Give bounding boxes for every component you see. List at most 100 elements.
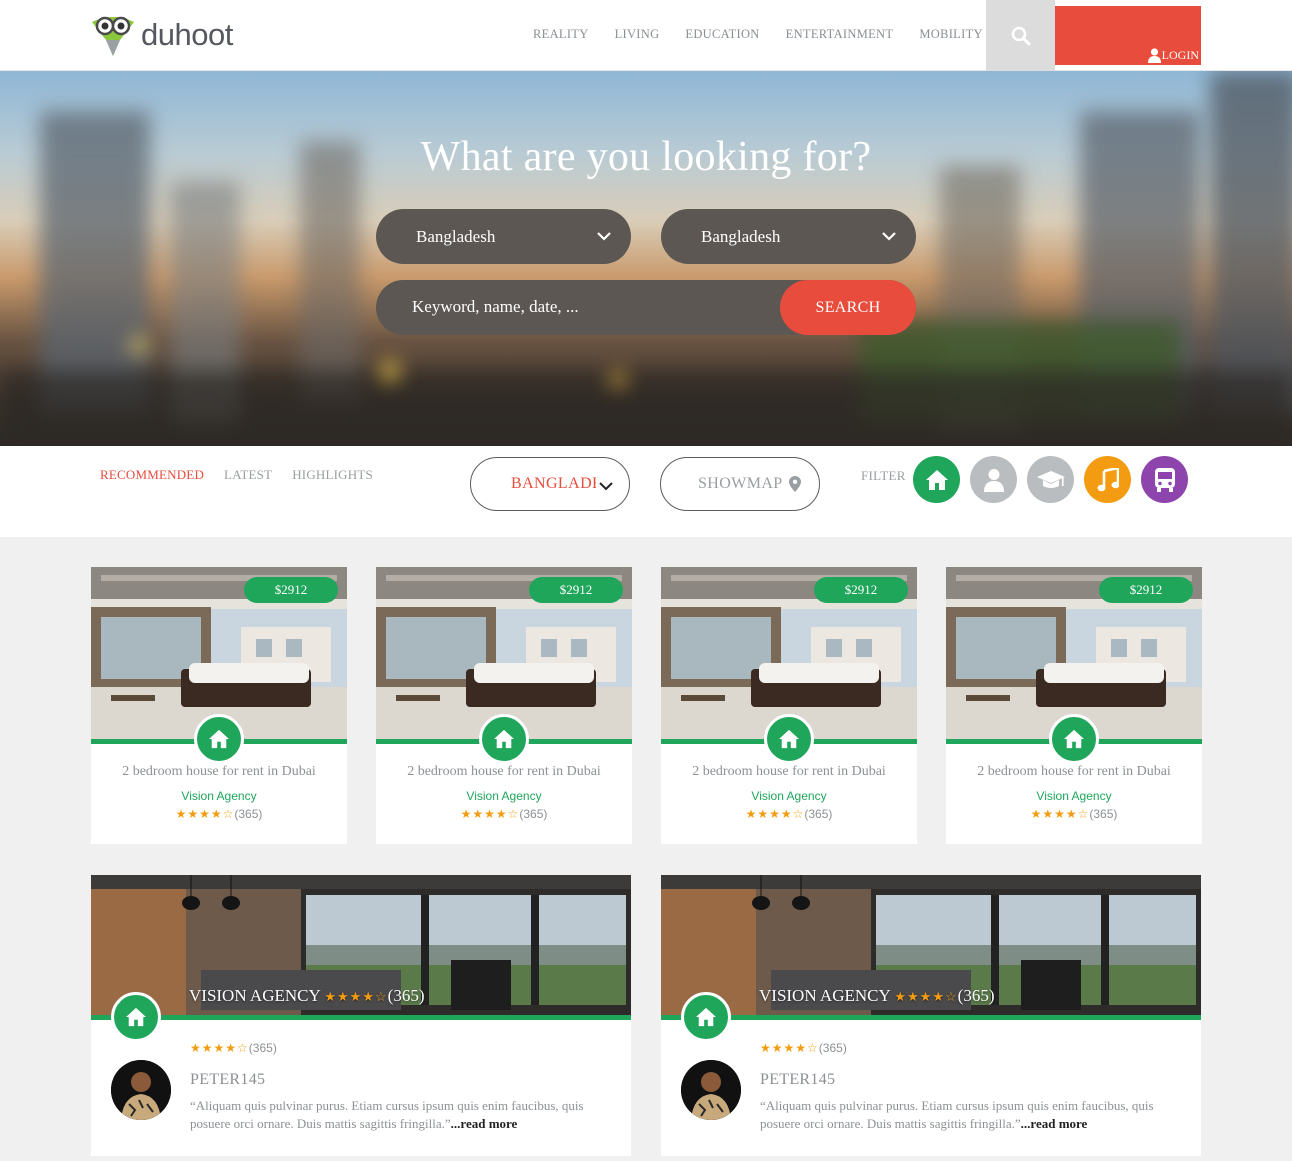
map-pin-icon: [788, 476, 801, 492]
star-rating-icon: ★★★★☆: [1030, 807, 1090, 821]
review-rating: ★★★★☆(365): [760, 1041, 847, 1055]
filter-mobility-button[interactable]: [1141, 456, 1188, 503]
review-card[interactable]: VISION AGENCY ★★★★☆(365) ★★★★☆(365) PETE…: [91, 875, 631, 1156]
country-select-value: Bangladesh: [416, 226, 496, 246]
listing-card[interactable]: $2912 2 bedroom house for rent in Dubai …: [946, 567, 1202, 844]
review-username[interactable]: PETER145: [760, 1071, 835, 1089]
rating-count: (365): [804, 807, 833, 821]
listing-agency[interactable]: Vision Agency: [661, 789, 917, 803]
nav-education[interactable]: EDUCATION: [685, 27, 759, 42]
card-accent-bar: [661, 1015, 1201, 1020]
logo[interactable]: duhoot: [90, 12, 233, 58]
star-rating-icon: ★★★★☆: [175, 807, 235, 821]
listing-agency[interactable]: Vision Agency: [91, 789, 347, 803]
rating-count: (365): [248, 1041, 277, 1055]
listing-category-badge: [479, 714, 529, 764]
listing-card[interactable]: $2912 2 bedroom house for rent in Dubai …: [91, 567, 347, 844]
listing-rating: ★★★★☆(365): [376, 807, 632, 821]
listing-title[interactable]: 2 bedroom house for rent in Dubai: [91, 764, 347, 780]
listing-agency[interactable]: Vision Agency: [946, 789, 1202, 803]
review-text: “Aliquam quis pulvinar purus. Etiam curs…: [760, 1097, 1180, 1133]
avatar[interactable]: [681, 1060, 741, 1120]
listing-card[interactable]: $2912 2 bedroom house for rent in Dubai …: [376, 567, 632, 844]
listing-category-badge: [764, 714, 814, 764]
hero-title: What are you looking for?: [420, 134, 872, 180]
listing-title[interactable]: 2 bedroom house for rent in Dubai: [946, 764, 1202, 780]
star-rating-icon: ★★★★☆: [760, 1041, 819, 1055]
country-dropdown-value: BANGLADESH: [511, 475, 596, 492]
review-agency-name[interactable]: VISION AGENCY: [189, 986, 320, 1005]
price-badge: $2912: [244, 577, 338, 603]
listing-category-badge: [1049, 714, 1099, 764]
top-header: duhoot REALITY LIVING EDUCATION ENTERTAI…: [0, 0, 1292, 71]
login-label: LOGIN: [1161, 48, 1199, 62]
read-more-link[interactable]: ...read more: [1021, 1116, 1088, 1131]
rating-count: (365): [234, 807, 263, 821]
header-search-button[interactable]: [986, 0, 1055, 71]
listing-rating: ★★★★☆(365): [661, 807, 917, 821]
review-text: “Aliquam quis pulvinar purus. Etiam curs…: [190, 1097, 610, 1133]
rating-count: (365): [957, 986, 995, 1005]
nav-reality[interactable]: REALITY: [533, 27, 589, 42]
nav-mobility[interactable]: MOBILITY: [919, 27, 983, 42]
review-quote: “Aliquam quis pulvinar purus. Etiam curs…: [190, 1098, 584, 1131]
listing-rating: ★★★★☆(365): [91, 807, 347, 821]
search-button[interactable]: SEARCH: [780, 280, 916, 335]
chevron-down-icon: [599, 482, 613, 491]
review-agency-name[interactable]: VISION AGENCY: [759, 986, 890, 1005]
logo-text: duhoot: [141, 17, 233, 52]
home-icon: [494, 729, 514, 749]
filter-people-button[interactable]: [970, 456, 1017, 503]
avatar[interactable]: [111, 1060, 171, 1120]
home-icon: [779, 729, 799, 749]
country-select[interactable]: Bangladesh: [376, 209, 631, 264]
tab-highlights[interactable]: HIGHLIGHTS: [292, 467, 373, 483]
keyword-input[interactable]: Keyword, name, date, ...: [412, 297, 579, 317]
home-icon: [925, 469, 948, 490]
filter-bar: RECOMMENDED LATEST HIGHLIGHTS BANGLADESH…: [0, 446, 1292, 537]
rating-count: (365): [818, 1041, 847, 1055]
nav-entertainment[interactable]: ENTERTAINMENT: [786, 27, 894, 42]
listing-category-badge: [194, 714, 244, 764]
country-dropdown[interactable]: BANGLADESH: [470, 457, 630, 511]
filter-home-button[interactable]: [913, 456, 960, 503]
search-icon: [1011, 26, 1030, 45]
home-icon: [126, 1007, 146, 1027]
rating-count: (365): [387, 986, 425, 1005]
tab-latest[interactable]: LATEST: [224, 467, 272, 483]
showmap-label: SHOWMAP: [698, 475, 783, 492]
listing-title[interactable]: 2 bedroom house for rent in Dubai: [376, 764, 632, 780]
star-rating-icon: ★★★★☆: [745, 807, 805, 821]
filter-entertainment-button[interactable]: [1084, 456, 1131, 503]
listing-rating: ★★★★☆(365): [946, 807, 1202, 821]
nav-living[interactable]: LIVING: [615, 27, 660, 42]
review-quote: “Aliquam quis pulvinar purus. Etiam curs…: [760, 1098, 1154, 1131]
filter-education-button[interactable]: [1027, 456, 1074, 503]
star-rating-icon: ★★★★☆: [894, 989, 958, 1004]
bus-icon: [1154, 467, 1175, 492]
city-select[interactable]: Bangladesh: [661, 209, 916, 264]
chevron-down-icon: [882, 232, 896, 241]
hero-banner: What are you looking for? Bangladesh Ban…: [0, 71, 1292, 446]
listing-agency[interactable]: Vision Agency: [376, 789, 632, 803]
showmap-button[interactable]: SHOWMAP: [660, 457, 820, 511]
owl-logo-icon: [92, 16, 134, 56]
music-icon: [1097, 467, 1119, 491]
read-more-link[interactable]: ...read more: [451, 1116, 518, 1131]
rating-count: (365): [519, 807, 548, 821]
review-agency-overlay: VISION AGENCY ★★★★☆(365): [759, 986, 994, 1006]
price-badge: $2912: [1099, 577, 1193, 603]
review-card[interactable]: VISION AGENCY ★★★★☆(365) ★★★★☆(365) PETE…: [661, 875, 1201, 1156]
listing-title[interactable]: 2 bedroom house for rent in Dubai: [661, 764, 917, 780]
main-nav: REALITY LIVING EDUCATION ENTERTAINMENT M…: [533, 27, 983, 42]
star-rating-icon: ★★★★☆: [460, 807, 520, 821]
listing-card[interactable]: $2912 2 bedroom house for rent in Dubai …: [661, 567, 917, 844]
price-badge: $2912: [814, 577, 908, 603]
graduation-cap-icon: [1036, 470, 1065, 488]
review-category-badge: [111, 992, 161, 1042]
listing-tabs: RECOMMENDED LATEST HIGHLIGHTS: [100, 467, 373, 483]
tab-recommended[interactable]: RECOMMENDED: [100, 467, 204, 483]
review-username[interactable]: PETER145: [190, 1071, 265, 1089]
home-icon: [1064, 729, 1084, 749]
login-button[interactable]: LOGIN: [1055, 6, 1201, 65]
